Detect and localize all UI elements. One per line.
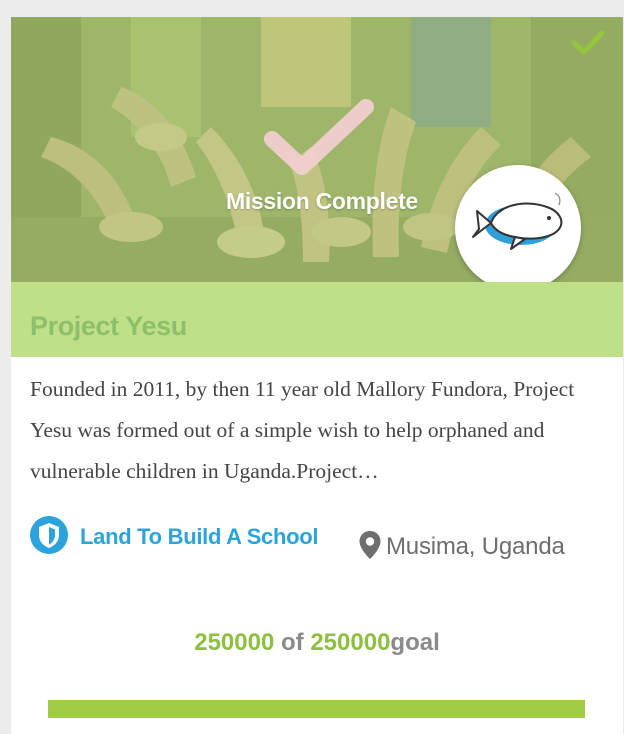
check-icon	[571, 29, 605, 62]
category-link[interactable]: Land To Build A School	[29, 515, 319, 560]
goal-word: goal	[390, 629, 440, 656]
location-label: Musima, Uganda	[386, 533, 565, 560]
map-pin-icon	[358, 530, 382, 565]
mission-check-icon	[258, 91, 378, 186]
funding-summary: 250000 of 250000goal	[11, 629, 623, 657]
category-label: Land To Build A School	[80, 524, 319, 549]
raised-amount: 250000	[194, 629, 275, 656]
progress-fill	[48, 700, 585, 718]
organization-logo	[455, 165, 581, 291]
of-word: of	[281, 629, 304, 656]
funding-progress-bar	[48, 700, 585, 718]
goal-amount: 250000	[310, 629, 391, 656]
project-description: Founded in 2011, by then 11 year old Mal…	[30, 377, 575, 483]
shield-icon	[29, 515, 69, 560]
project-card[interactable]: Mission Complete Project Yesu Founded in…	[11, 17, 623, 734]
project-location: Musima, Uganda	[358, 527, 565, 567]
project-title[interactable]: Project Yesu	[30, 311, 187, 342]
